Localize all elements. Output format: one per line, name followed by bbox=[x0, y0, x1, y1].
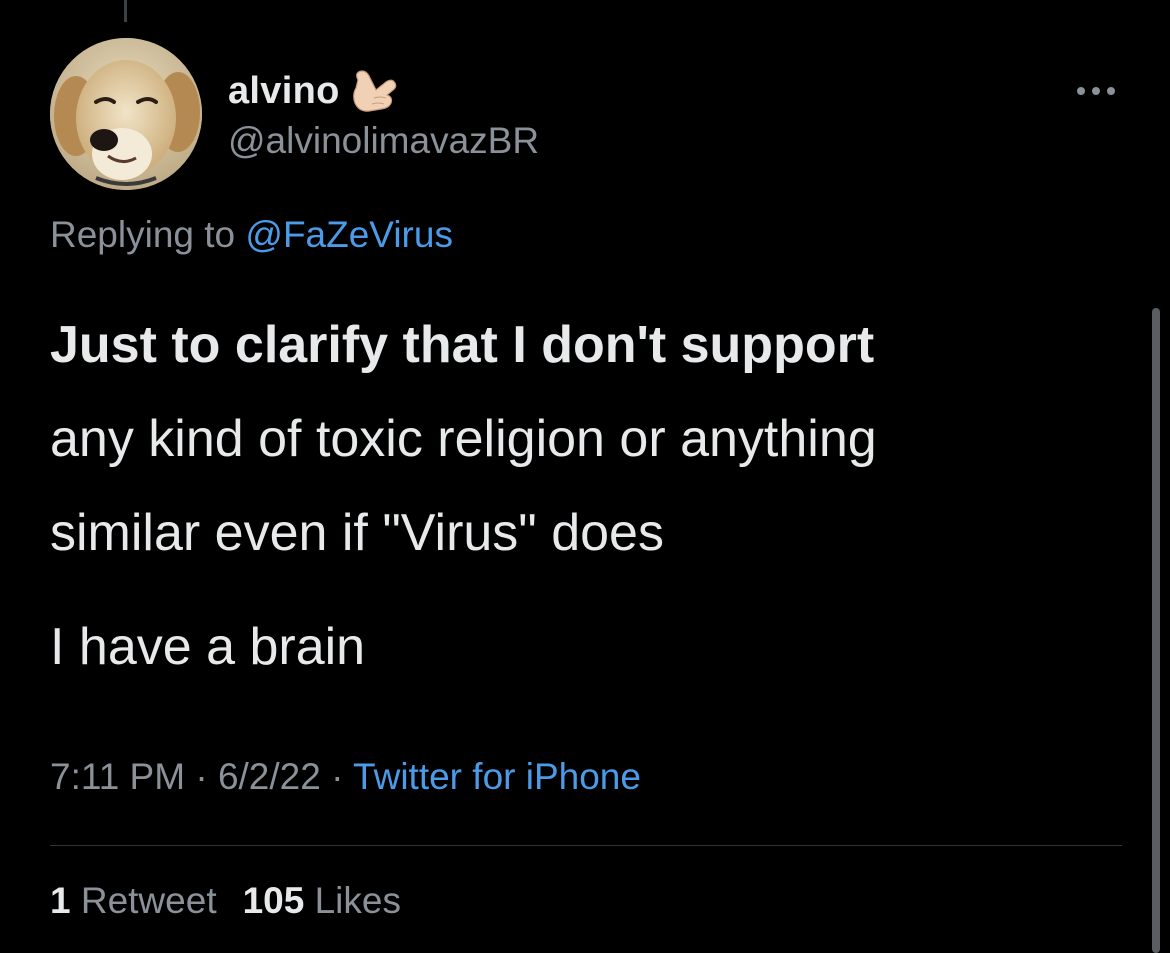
author-name-row[interactable]: alvino bbox=[228, 66, 400, 116]
like-count: 105 bbox=[242, 880, 305, 921]
likes-stat[interactable]: 105 Likes bbox=[243, 880, 401, 921]
avatar[interactable] bbox=[50, 38, 202, 190]
call-me-hand-icon bbox=[352, 70, 396, 112]
tweet-metadata: 7:11 PM · 6/2/22 · Twitter for iPhone bbox=[50, 756, 641, 798]
tweet-date[interactable]: 6/2/22 bbox=[218, 756, 321, 797]
tweet-time[interactable]: 7:11 PM bbox=[50, 756, 185, 797]
like-label: Likes bbox=[314, 880, 401, 921]
replying-to-line: Replying to @FaZeVirus bbox=[50, 214, 453, 256]
tweet-text: Just to clarify that I don't support any… bbox=[50, 298, 1120, 694]
divider bbox=[50, 845, 1122, 846]
author-handle[interactable]: @alvinolimavazBR bbox=[228, 120, 539, 162]
engagement-stats: 1 Retweet 105 Likes bbox=[50, 880, 401, 922]
tweet-text-line: I have a brain bbox=[50, 618, 366, 676]
thread-connector-line bbox=[124, 0, 127, 22]
tweet-text-line: any kind of toxic religion or anything bbox=[50, 410, 877, 468]
meta-separator: · bbox=[195, 756, 208, 797]
tweet-text-line: Just to clarify that I don't support bbox=[50, 316, 875, 374]
tweet-text-line: similar even if "Virus" does bbox=[50, 504, 664, 562]
retweets-stat[interactable]: 1 Retweet bbox=[50, 880, 217, 921]
more-horizontal-icon[interactable] bbox=[1076, 86, 1116, 96]
dog-avatar-image bbox=[50, 38, 202, 190]
author-display-name[interactable]: alvino bbox=[228, 70, 340, 113]
scrollbar[interactable] bbox=[1152, 308, 1160, 953]
retweet-label: Retweet bbox=[80, 880, 217, 921]
meta-separator: · bbox=[331, 756, 344, 797]
replying-to-label: Replying to bbox=[50, 214, 236, 255]
tweet-source-link[interactable]: Twitter for iPhone bbox=[353, 756, 641, 797]
reply-to-handle-link[interactable]: @FaZeVirus bbox=[245, 214, 453, 255]
retweet-count: 1 bbox=[50, 880, 71, 921]
